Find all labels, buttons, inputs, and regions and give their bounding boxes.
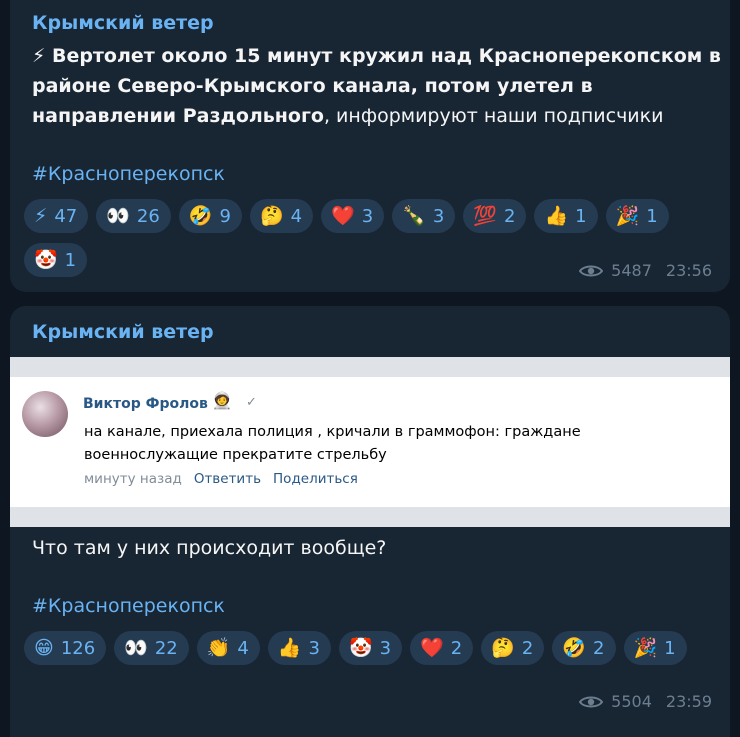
reaction-count: 4 [237, 637, 249, 659]
reaction-count: 3 [308, 637, 320, 659]
reaction-emoji-icon: 🍾 [402, 204, 426, 227]
reaction-button[interactable]: 🤡 1 [24, 243, 88, 277]
reaction-emoji-icon: 🤣 [562, 636, 587, 659]
reaction-emoji-icon: ❤️ [420, 636, 444, 659]
avatar [22, 391, 68, 437]
reaction-emoji-icon: 🎉 [615, 204, 640, 227]
reaction-button[interactable]: 🤡 3 [339, 631, 403, 665]
post-author[interactable]: Крымский ветер [32, 12, 214, 34]
reaction-emoji-icon: 🤡 [34, 248, 58, 271]
views-count: 5504 [611, 692, 652, 711]
check-icon: ✓ [246, 395, 257, 410]
reaction-emoji-icon: 👀 [106, 204, 130, 227]
reaction-count: 26 [136, 205, 160, 227]
reaction-button[interactable]: 🎉 1 [605, 199, 669, 233]
views-count: 5487 [611, 261, 652, 280]
comment-text: на канале, приехала полиция , кричали в … [84, 424, 581, 463]
share-link: Поделиться [273, 471, 358, 487]
reaction-count: 1 [575, 205, 587, 227]
reaction-count: 1 [646, 205, 658, 227]
hashtag-link[interactable]: #Красноперекопск [32, 595, 225, 617]
reaction-emoji-icon: 🤔 [259, 204, 284, 227]
reaction-button[interactable]: 👀 26 [96, 199, 171, 233]
reaction-count: 1 [64, 249, 77, 271]
reaction-emoji-icon: ❤️ [331, 204, 355, 227]
reaction-count: 3 [361, 205, 374, 227]
reaction-button[interactable]: 🤣 9 [178, 199, 242, 233]
reaction-button[interactable]: 👀 22 [114, 631, 189, 665]
reaction-count: 3 [379, 637, 392, 659]
reaction-emoji-icon: 👏 [206, 636, 231, 659]
reaction-button[interactable]: 😁 126 [24, 631, 107, 665]
post-meta: 5504 23:59 [579, 692, 712, 711]
post-time: 23:59 [665, 692, 712, 711]
reaction-emoji-icon: 👀 [124, 636, 148, 659]
reaction-button[interactable]: 👏 4 [196, 631, 260, 665]
post-author[interactable]: Крымский ветер [32, 321, 214, 343]
reaction-button[interactable]: 👍 3 [267, 631, 331, 665]
vk-comment: Виктор Фролов 🧑‍🚀 ✓ на канале, приехала … [10, 377, 730, 507]
reaction-emoji-icon: 😁 [34, 636, 54, 659]
views-eye-icon [579, 265, 604, 276]
reaction-emoji-icon: 🎉 [633, 636, 658, 659]
reaction-count: 2 [504, 205, 516, 227]
reaction-button[interactable]: 🤔 4 [249, 199, 314, 233]
reaction-count: 4 [290, 205, 303, 227]
comment-actions: минуту назад Ответить Поделиться [84, 471, 358, 487]
comment-author: Виктор Фролов [83, 396, 208, 412]
reaction-emoji-icon: 🤡 [349, 636, 373, 659]
post-time: 23:56 [665, 261, 712, 280]
channel-post: Крымский ветер ⚡ Вертолет около 15 минут… [10, 0, 730, 292]
reaction-button[interactable]: ❤️ 2 [410, 631, 474, 665]
reaction-button[interactable]: 🤔 2 [481, 631, 545, 665]
reaction-count: 2 [450, 637, 463, 659]
reaction-emoji-icon: 🤣 [188, 204, 213, 227]
reaction-button[interactable]: 👍 1 [534, 199, 598, 233]
reply-link: Ответить [193, 471, 262, 487]
reaction-count: 126 [60, 637, 96, 659]
reaction-emoji-icon: 🤔 [491, 636, 515, 659]
reaction-count: 2 [593, 637, 605, 659]
reaction-count: 47 [54, 205, 78, 227]
reaction-count: 22 [154, 637, 178, 659]
reaction-emoji-icon: 👍 [544, 204, 569, 227]
reaction-emoji-icon: ⚡ [34, 204, 48, 227]
reaction-count: 3 [432, 205, 445, 227]
views-eye-icon [579, 696, 604, 707]
post-meta: 5487 23:56 [579, 261, 712, 280]
reaction-emoji-icon: 💯 [473, 204, 497, 227]
reaction-count: 9 [219, 205, 231, 227]
reaction-button[interactable]: 🤣 2 [552, 631, 616, 665]
reactions-bar: 😁 126 👀 22 👏 4 👍 3 🤡 3 ❤️ 2 🤔 2 🤣 2 🎉 1 [24, 631, 729, 665]
comment-time: минуту назад [84, 471, 182, 487]
reaction-button[interactable]: 🍾 3 [392, 199, 456, 233]
post-text: Что там у них происходит вообще? [32, 537, 387, 559]
hashtag-link[interactable]: #Красноперекопск [32, 163, 225, 185]
channel-post: Крымский ветер Виктор Фролов 🧑‍🚀 ✓ на ка… [10, 306, 730, 737]
reaction-count: 1 [664, 637, 676, 659]
post-text: ⚡ Вертолет около 15 минут кружил над Кра… [32, 41, 722, 131]
reaction-button[interactable]: ❤️ 3 [321, 199, 385, 233]
reaction-count: 2 [521, 637, 534, 659]
reaction-button[interactable]: ⚡ 47 [24, 199, 89, 233]
reaction-button[interactable]: 💯 2 [463, 199, 527, 233]
reaction-button[interactable]: 🎉 1 [623, 631, 687, 665]
user-badge-icon: 🧑‍🚀 [212, 391, 232, 410]
reaction-emoji-icon: 👍 [277, 636, 302, 659]
post-text-rest: , информируют наши подписчики [323, 105, 664, 127]
embedded-screenshot[interactable]: Виктор Фролов 🧑‍🚀 ✓ на канале, приехала … [10, 357, 730, 527]
